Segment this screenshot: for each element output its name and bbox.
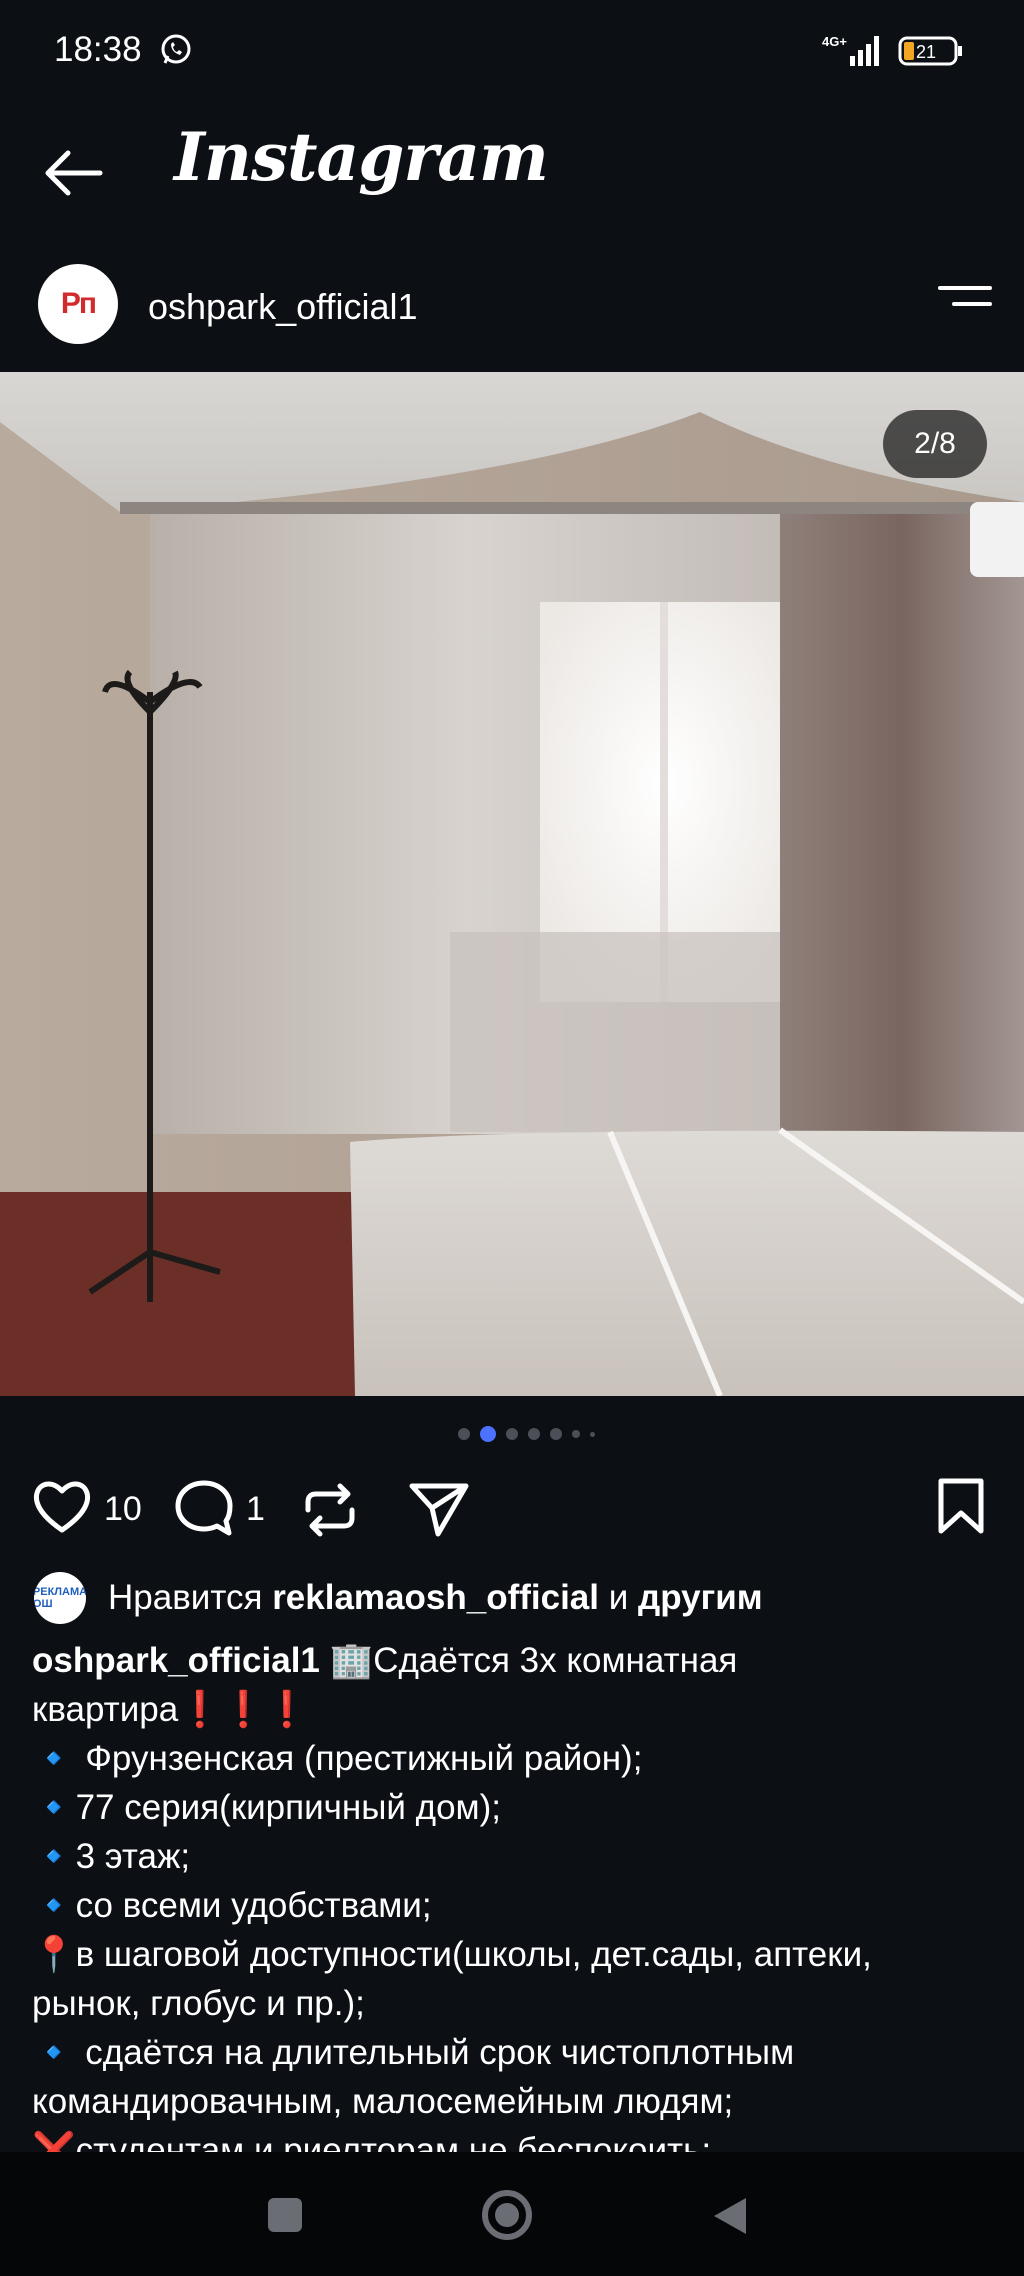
carousel-dot bbox=[550, 1428, 562, 1440]
caption-line: квартира❗❗❗ bbox=[32, 1690, 309, 1729]
avatar-logo-text: Рп bbox=[60, 287, 97, 320]
signal-icon: 4G+ bbox=[822, 34, 879, 66]
caption-line: 🔹со всеми удобствами; bbox=[32, 1886, 432, 1925]
like-heart-icon[interactable] bbox=[32, 1478, 92, 1534]
carousel-dot bbox=[572, 1430, 580, 1438]
liked-by-text: Нравится reklamaosh_official и другим bbox=[108, 1578, 763, 1618]
caption-line: рынок, глобус и пр.); bbox=[32, 1984, 365, 2023]
network-type-label: 4G+ bbox=[822, 34, 847, 49]
caption-line: oshpark_official1 🏢Сдаётся 3х комнатная bbox=[32, 1636, 992, 1685]
caption-line: 📍в шаговой доступности(школы, дет.сады, … bbox=[32, 1935, 872, 1974]
likes-count: 10 bbox=[104, 1490, 142, 1528]
liked-by-row[interactable]: РЕКЛАМА ОШ Нравится reklamaosh_official … bbox=[0, 1568, 1024, 1628]
caption-line: 🔹 сдаётся на длительный срок чистоплотны… bbox=[32, 2033, 795, 2072]
liked-by-avatar-text: РЕКЛАМА ОШ bbox=[34, 1586, 86, 1610]
caption-line: 🔹 Фрунзенская (престижный район); bbox=[32, 1739, 643, 1778]
menu-icon[interactable] bbox=[938, 286, 992, 322]
profile-avatar[interactable]: Рп bbox=[38, 264, 118, 344]
caption-line: командировачным, малосемейным людям; bbox=[32, 2082, 734, 2121]
recents-square-icon[interactable] bbox=[266, 2196, 304, 2234]
whatsapp-icon bbox=[161, 34, 191, 64]
home-circle-icon[interactable] bbox=[480, 2188, 534, 2242]
caption-username[interactable]: oshpark_official1 bbox=[32, 1641, 320, 1680]
battery-level: 21 bbox=[916, 42, 936, 62]
carousel-dot bbox=[590, 1431, 595, 1437]
carousel-dot-active bbox=[480, 1426, 496, 1442]
post-header: Рп oshpark_official1 bbox=[0, 258, 1024, 368]
comment-icon[interactable] bbox=[174, 1478, 234, 1538]
slide-counter: 2/8 bbox=[883, 410, 987, 478]
liked-by-others[interactable]: другим bbox=[638, 1578, 763, 1617]
system-nav-bar bbox=[0, 2152, 1024, 2276]
back-arrow-icon[interactable] bbox=[40, 140, 106, 206]
bedroom-photo bbox=[0, 372, 1024, 1396]
caption-line: 🔹77 серия(кирпичный дом); bbox=[32, 1788, 501, 1827]
liked-by-prefix: Нравится bbox=[108, 1578, 263, 1617]
carousel-dots bbox=[458, 1426, 595, 1442]
status-bar: 18:38 4G+ 21 bbox=[0, 0, 1024, 100]
liked-by-username[interactable]: reklamaosh_official bbox=[272, 1578, 599, 1617]
battery-icon: 21 bbox=[898, 36, 962, 66]
carousel-dot bbox=[458, 1428, 470, 1440]
carousel-dot bbox=[528, 1428, 540, 1440]
share-send-icon[interactable] bbox=[408, 1478, 470, 1540]
caption-line: 🔹3 этаж; bbox=[32, 1837, 191, 1876]
instagram-logo: Instagram bbox=[174, 118, 549, 196]
bookmark-icon[interactable] bbox=[936, 1476, 986, 1536]
post-username[interactable]: oshpark_official1 bbox=[148, 286, 418, 328]
back-triangle-icon[interactable] bbox=[710, 2194, 750, 2238]
repost-icon[interactable] bbox=[300, 1480, 360, 1540]
post-actions: 10 1 bbox=[0, 1470, 1024, 1550]
liked-by-conj: и bbox=[608, 1578, 629, 1617]
caption-text: 🏢Сдаётся 3х комнатная bbox=[319, 1641, 738, 1680]
status-time: 18:38 bbox=[54, 30, 142, 69]
carousel-dot bbox=[506, 1428, 518, 1440]
post-photo[interactable]: 2/8 bbox=[0, 372, 1024, 1396]
app-header: Instagram bbox=[0, 110, 1024, 230]
comments-count: 1 bbox=[246, 1490, 265, 1528]
post-caption: oshpark_official1 🏢Сдаётся 3х комнатная … bbox=[32, 1636, 992, 2175]
liked-by-avatar[interactable]: РЕКЛАМА ОШ bbox=[34, 1572, 86, 1624]
